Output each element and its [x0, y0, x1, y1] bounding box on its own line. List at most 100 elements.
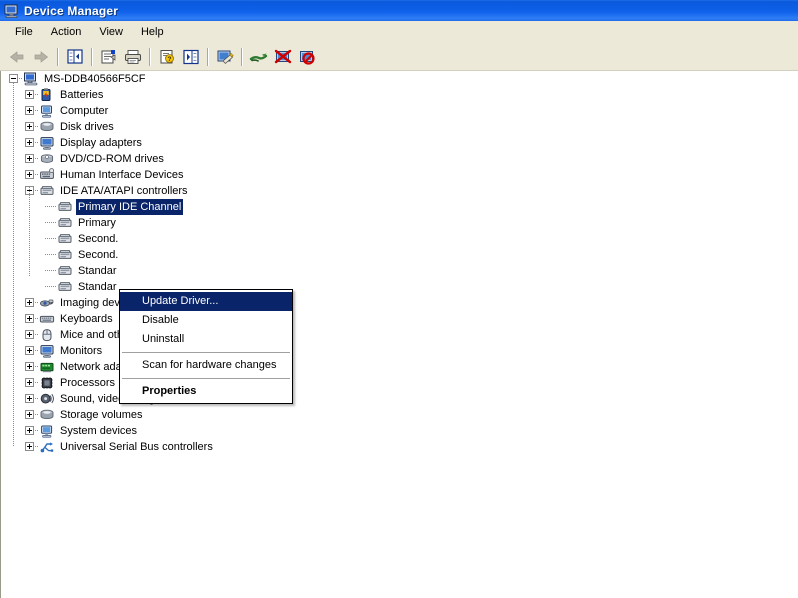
tree-item-label: Batteries — [60, 89, 104, 101]
device-tree-pane[interactable]: MS-DDB40566F5CF Batteries Computer Disk dri… — [0, 71, 798, 598]
window-title: Device Manager — [24, 3, 119, 18]
title-bar[interactable]: Device Manager — [0, 0, 798, 21]
toolbar-separator — [149, 47, 151, 66]
context-menu-item-uninstall[interactable]: Uninstall — [120, 330, 292, 349]
context-menu-separator — [122, 378, 290, 379]
tree-item-label: Primary IDE Channel — [76, 199, 184, 215]
context-menu-item-scan-for-hardware-changes[interactable]: Scan for hardware changes — [120, 356, 292, 375]
tree-item-label: Universal Serial Bus controllers — [60, 441, 213, 453]
tree-connector — [45, 254, 57, 255]
tree-collapse-box[interactable] — [9, 74, 18, 83]
menu-bar: File Action View Help — [0, 21, 798, 43]
tree-expand-box[interactable] — [25, 298, 34, 307]
hid-icon — [39, 167, 55, 183]
tree-item-label: Standar — [78, 265, 117, 277]
tree-connector — [45, 206, 57, 207]
tree-expand-box[interactable] — [25, 170, 34, 179]
disable-button[interactable] — [295, 45, 319, 68]
computer-icon — [23, 71, 39, 87]
help-button[interactable]: ? — [155, 45, 179, 68]
context-menu[interactable]: Update Driver... Disable Uninstall Scan … — [119, 289, 293, 404]
tree-item-label: Monitors — [60, 345, 103, 357]
tree-connector — [45, 286, 57, 287]
device-manager-window: Device Manager File Action View Help ? M… — [0, 0, 798, 598]
tree-expand-box[interactable] — [25, 106, 34, 115]
tree-item-label: Disk drives — [60, 121, 114, 133]
tree-item-label: Imaging dev — [60, 297, 120, 309]
uninstall-button[interactable] — [271, 45, 295, 68]
ide-channel-icon — [57, 247, 73, 263]
ide-controller-icon — [39, 183, 55, 199]
show-hide-console-tree-button[interactable] — [63, 45, 87, 68]
tree-item-label: MS-DDB40566F5CF — [44, 73, 146, 85]
tree-expand-box[interactable] — [25, 394, 34, 403]
tree-expand-box[interactable] — [25, 90, 34, 99]
context-menu-item-properties[interactable]: Properties — [120, 382, 292, 401]
usb-controller-icon — [39, 439, 55, 455]
tree-item-label: Standar — [78, 281, 117, 293]
monitor-icon — [39, 343, 55, 359]
computer-monitor-icon — [4, 3, 20, 19]
processor-icon — [39, 375, 55, 391]
system-device-icon — [39, 423, 55, 439]
storage-volume-icon — [39, 407, 55, 423]
keyboard-icon — [39, 311, 55, 327]
tree-item-label: Processors — [60, 377, 116, 389]
tree-expand-box[interactable] — [25, 410, 34, 419]
tree-item-label: Primary — [78, 217, 116, 229]
tree-expand-box[interactable] — [25, 122, 34, 131]
toolbar-separator — [241, 47, 243, 66]
ide-channel-icon — [57, 279, 73, 295]
context-menu-separator — [122, 352, 290, 353]
device-tree: MS-DDB40566F5CF Batteries Computer Disk dri… — [1, 71, 798, 467]
ide-channel-icon — [57, 263, 73, 279]
tree-connector — [45, 238, 57, 239]
context-menu-item-disable[interactable]: Disable — [120, 311, 292, 330]
tree-expand-box[interactable] — [25, 154, 34, 163]
tree-item-label: Second. — [78, 249, 119, 261]
tree-expand-box[interactable] — [25, 314, 34, 323]
display-adapter-icon — [39, 135, 55, 151]
tree-item-label: Computer — [60, 105, 109, 117]
tree-expand-box[interactable] — [25, 378, 34, 387]
tree-item-label: Keyboards — [60, 313, 113, 325]
computer-node-icon — [39, 103, 55, 119]
view-pane-button[interactable] — [179, 45, 203, 68]
tree-expand-box[interactable] — [25, 362, 34, 371]
menu-file[interactable]: File — [6, 24, 42, 40]
tree-connector — [45, 222, 57, 223]
tree-expand-box[interactable] — [25, 330, 34, 339]
menu-action[interactable]: Action — [42, 24, 91, 40]
tree-item-label: Second. — [78, 233, 119, 245]
toolbar-separator — [207, 47, 209, 66]
tree-expand-box[interactable] — [25, 346, 34, 355]
back-button[interactable] — [5, 45, 29, 68]
ide-channel-icon — [57, 215, 73, 231]
tree-stem-level1 — [13, 83, 14, 447]
properties-button[interactable] — [97, 45, 121, 68]
tree-expand-box[interactable] — [25, 442, 34, 451]
tree-item-label: System devices — [60, 425, 138, 437]
imaging-device-icon — [39, 295, 55, 311]
tree-item-label: DVD/CD-ROM drives — [60, 153, 164, 165]
menu-help[interactable]: Help — [132, 24, 173, 40]
toolbar-separator — [91, 47, 93, 66]
tree-stem-level2 — [29, 187, 30, 277]
tree-expand-box[interactable] — [25, 138, 34, 147]
ide-channel-icon — [57, 231, 73, 247]
update-driver-button[interactable] — [247, 45, 271, 68]
scan-for-hardware-changes-button[interactable] — [213, 45, 237, 68]
toolbar: ? — [0, 43, 798, 71]
menu-view[interactable]: View — [90, 24, 132, 40]
tree-item-label: Storage volumes — [60, 409, 143, 421]
network-adapter-icon — [39, 359, 55, 375]
tree-item-label: Human Interface Devices — [60, 169, 184, 181]
tree-item-label: Display adapters — [60, 137, 142, 149]
tree-expand-box[interactable] — [25, 426, 34, 435]
tree-item-label: IDE ATA/ATAPI controllers — [60, 185, 188, 197]
forward-button[interactable] — [29, 45, 53, 68]
print-button[interactable] — [121, 45, 145, 68]
toolbar-separator — [57, 47, 59, 66]
ide-channel-icon — [57, 199, 73, 215]
context-menu-item-update-driver[interactable]: Update Driver... — [120, 292, 292, 311]
